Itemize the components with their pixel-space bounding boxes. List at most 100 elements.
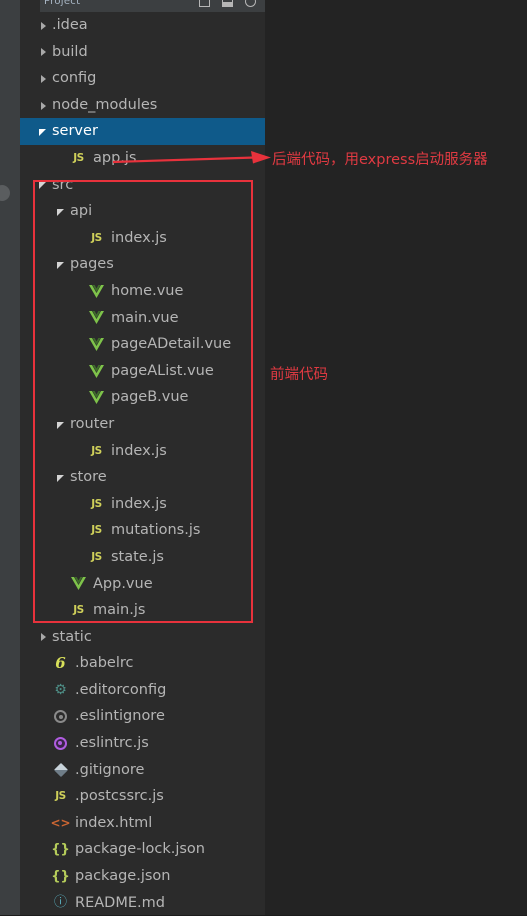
tree-row-label: main.vue	[111, 309, 179, 326]
tree-row[interactable]: ⓘ README.md	[20, 890, 265, 916]
tree-row[interactable]: pageADetail.vue	[20, 331, 265, 358]
tree-row[interactable]: JS main.js	[20, 597, 265, 624]
babel-file-icon: 6	[55, 654, 66, 673]
tree-row[interactable]: JS index.js	[20, 438, 265, 465]
tree-row[interactable]: .eslintignore	[20, 703, 265, 730]
tree-row[interactable]: static	[20, 624, 265, 651]
tree-row-label: mutations.js	[111, 522, 201, 539]
tree-row-label: pageADetail.vue	[111, 336, 232, 353]
tree-row-label: router	[70, 415, 115, 432]
tree-row[interactable]: .gitignore	[20, 757, 265, 784]
tree-row-label: .eslintignore	[75, 708, 165, 725]
tree-row-label: .idea	[52, 17, 88, 34]
tree-row-label: state.js	[111, 548, 164, 565]
collapse-all-icon[interactable]	[199, 0, 210, 7]
tree-row[interactable]: {} package.json	[20, 863, 265, 890]
tree-row[interactable]: api	[20, 198, 265, 225]
toolbar-title: Project	[44, 0, 81, 7]
activity-bar[interactable]	[0, 0, 20, 915]
chevron-right-icon[interactable]	[38, 73, 49, 84]
tree-row[interactable]: pageAList.vue	[20, 358, 265, 385]
javascript-file-icon: JS	[91, 497, 102, 510]
tree-row[interactable]: config	[20, 65, 265, 92]
tree-row-label: package-lock.json	[75, 841, 205, 858]
tree-row[interactable]: src	[20, 172, 265, 199]
tree-row-label: .gitignore	[75, 761, 145, 778]
javascript-file-icon: JS	[91, 231, 102, 244]
chevron-down-icon[interactable]	[38, 126, 49, 137]
tree-row-label: src	[52, 176, 74, 193]
tree-row[interactable]: build	[20, 39, 265, 66]
tree-row-label: static	[52, 628, 92, 645]
tree-row[interactable]: 6 .babelrc	[20, 650, 265, 677]
chevron-down-icon[interactable]	[56, 259, 67, 270]
tree-row[interactable]: <> index.html	[20, 810, 265, 837]
chevron-down-icon[interactable]	[56, 419, 67, 430]
tree-row[interactable]: JS app.js	[20, 145, 265, 172]
chevron-down-icon[interactable]	[56, 206, 67, 217]
chevron-right-icon[interactable]	[38, 46, 49, 57]
vue-file-icon	[88, 336, 105, 353]
expand-all-icon[interactable]	[222, 0, 233, 7]
tree-row-label: .editorconfig	[75, 681, 167, 698]
scrollbar-knob-icon[interactable]	[0, 185, 10, 201]
tree-row[interactable]: pageB.vue	[20, 384, 265, 411]
tree-row[interactable]: JS index.js	[20, 225, 265, 252]
tree-row-label: .postcssrc.js	[75, 788, 164, 805]
tree-row[interactable]: pages	[20, 251, 265, 278]
tree-row[interactable]: .idea	[20, 12, 265, 39]
javascript-file-icon: JS	[73, 152, 84, 165]
tree-row[interactable]: JS state.js	[20, 544, 265, 571]
project-tool-window: Project .idea build config node_modulesserv…	[20, 0, 285, 916]
chevron-right-icon[interactable]	[38, 631, 49, 642]
javascript-file-icon: JS	[55, 790, 66, 803]
tree-row-label: app.js	[93, 150, 137, 167]
ide-window: Project .idea build config node_modulesserv…	[0, 0, 527, 915]
javascript-file-icon: JS	[73, 604, 84, 617]
javascript-file-icon: JS	[91, 550, 102, 563]
tree-row-label: store	[70, 469, 107, 486]
tree-row[interactable]: ⚙ .editorconfig	[20, 677, 265, 704]
gear-icon: ⚙	[54, 682, 67, 699]
tree-row[interactable]: home.vue	[20, 278, 265, 305]
chevron-down-icon[interactable]	[38, 179, 49, 190]
tree-row-label: main.js	[93, 602, 146, 619]
tree-row[interactable]: {} package-lock.json	[20, 836, 265, 863]
chevron-right-icon[interactable]	[38, 20, 49, 31]
chevron-right-icon[interactable]	[38, 100, 49, 111]
file-tree[interactable]: .idea build config node_modulesserver JS app.…	[20, 12, 265, 916]
tree-row[interactable]: .eslintrc.js	[20, 730, 265, 757]
tree-row[interactable]: JS mutations.js	[20, 517, 265, 544]
tree-row-label: server	[52, 123, 98, 140]
javascript-file-icon: JS	[91, 524, 102, 537]
project-toolbar: Project	[40, 0, 285, 12]
json-file-icon: {}	[51, 868, 70, 884]
refresh-icon[interactable]	[245, 0, 256, 7]
tree-row[interactable]: JS .postcssrc.js	[20, 783, 265, 810]
annotation-text-backend: 后端代码，用express启动服务器	[272, 152, 488, 168]
tree-row[interactable]: store	[20, 464, 265, 491]
tree-row[interactable]: JS index.js	[20, 491, 265, 518]
tree-row[interactable]: main.vue	[20, 305, 265, 332]
chevron-down-icon[interactable]	[56, 472, 67, 483]
tree-row[interactable]: node_modules	[20, 92, 265, 119]
tree-row[interactable]: server	[20, 118, 265, 145]
tree-row[interactable]: App.vue	[20, 570, 265, 597]
tree-row[interactable]: router	[20, 411, 265, 438]
tree-row-label: build	[52, 43, 88, 60]
tree-row-label: node_modules	[52, 96, 158, 113]
